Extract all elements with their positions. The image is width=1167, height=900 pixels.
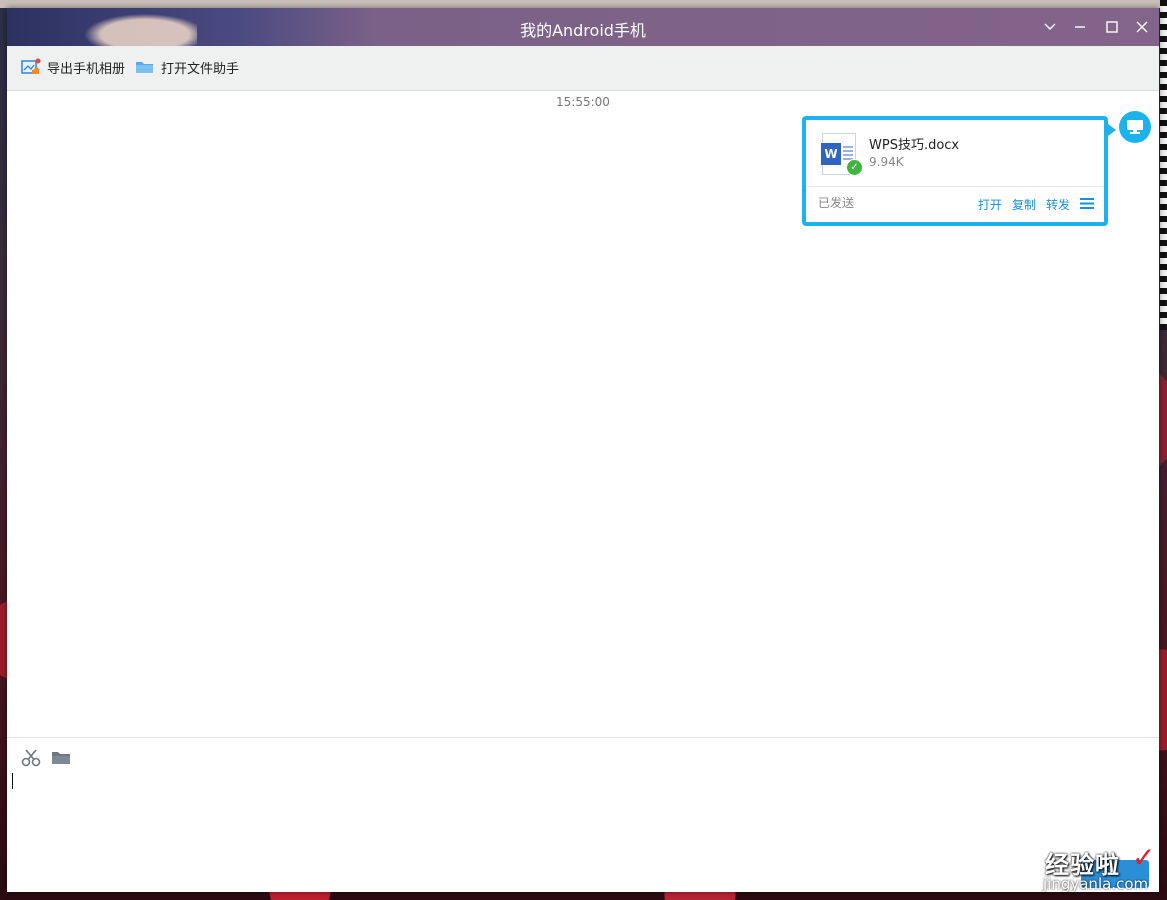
open-file-assistant-button[interactable]: 打开文件助手 [135, 56, 239, 78]
doc-lines-icon [843, 146, 853, 160]
message-timestamp: 15:55:00 [556, 95, 610, 109]
file-size: 9.94K [869, 155, 904, 169]
text-caret [12, 773, 13, 789]
toolbar: 导出手机相册 打开文件助手 [7, 46, 1159, 91]
sent-status: 已发送 [818, 196, 855, 210]
folder-icon[interactable] [50, 748, 72, 768]
message-input-area[interactable] [7, 737, 1159, 892]
open-file-assistant-label: 打开文件助手 [161, 61, 240, 77]
folder-icon [135, 58, 155, 76]
word-logo-icon: W [821, 143, 841, 165]
window-title: 我的Android手机 [520, 21, 646, 40]
title-bar[interactable]: 我的Android手机 [7, 8, 1159, 46]
sent-check-icon: ✓ [846, 159, 863, 176]
scissors-icon[interactable] [21, 748, 43, 768]
export-album-label: 导出手机相册 [47, 61, 126, 77]
qr-code-fragment [1160, 0, 1167, 330]
dropdown-icon[interactable] [1035, 8, 1065, 46]
send-button[interactable] [1081, 860, 1149, 888]
desktop-top-strip [0, 0, 1167, 8]
bubble-divider [806, 186, 1104, 187]
file-name: WPS技巧.docx [869, 138, 960, 153]
copy-file-link[interactable]: 复制 [1012, 196, 1036, 213]
more-menu-icon[interactable] [1080, 198, 1094, 209]
forward-file-link[interactable]: 转发 [1046, 196, 1070, 213]
chat-window: 我的Android手机 导出手机相册 打开文件助手 15:55:00 W ✓ W… [7, 8, 1159, 892]
close-icon[interactable] [1127, 8, 1157, 46]
maximize-icon[interactable] [1097, 8, 1127, 46]
export-photo-icon [21, 58, 41, 76]
open-file-link[interactable]: 打开 [978, 196, 1002, 213]
computer-icon [1119, 111, 1151, 143]
word-doc-icon[interactable]: W ✓ [821, 133, 863, 176]
file-message-bubble[interactable]: W ✓ WPS技巧.docx 9.94K 已发送 打开 复制 转发 [802, 116, 1108, 226]
bubble-tail [1108, 124, 1116, 136]
export-album-button[interactable]: 导出手机相册 [21, 56, 125, 78]
message-list[interactable]: 15:55:00 W ✓ WPS技巧.docx 9.94K 已发送 打开 复制 … [7, 91, 1159, 737]
minimize-icon[interactable] [1065, 8, 1095, 46]
